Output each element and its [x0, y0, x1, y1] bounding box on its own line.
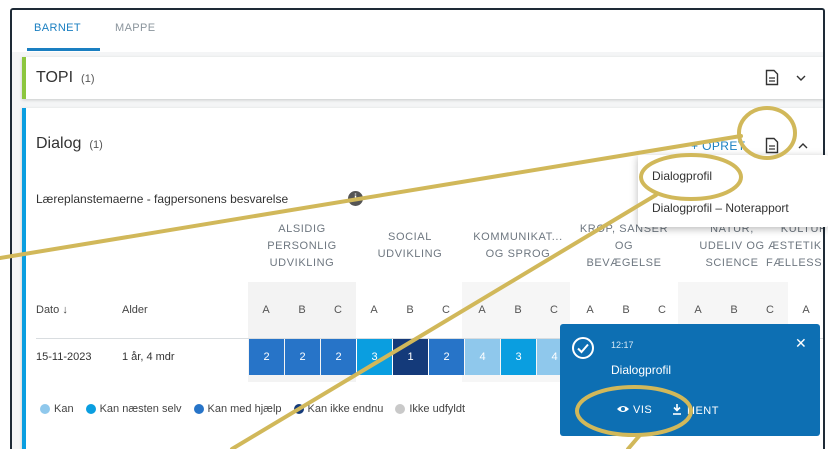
sub-col-a: A — [370, 304, 378, 316]
check-circle-icon — [572, 337, 594, 359]
sub-col-c: C — [334, 304, 342, 316]
toast-time: 12:17 — [611, 340, 634, 350]
chevron-up-icon[interactable] — [798, 142, 808, 150]
score-cell[interactable]: 2 — [249, 339, 284, 375]
legend-item: Kan ikke endnu — [293, 403, 384, 415]
download-label: HENT — [687, 405, 719, 417]
sub-col-a: A — [802, 304, 810, 316]
sub-col-b: B — [406, 304, 414, 316]
tab-mappe[interactable]: MAPPE — [115, 22, 156, 34]
export-menu: Dialogprofil Dialogprofil – Noterapport — [638, 155, 828, 227]
sub-col-c: C — [550, 304, 558, 316]
document-icon[interactable] — [765, 137, 779, 154]
legend-label: Kan med hjælp — [207, 403, 282, 415]
score-cell[interactable]: 3 — [501, 339, 536, 375]
dialog-title-text: Dialog — [36, 135, 82, 152]
sub-col-a: A — [262, 304, 270, 316]
legend-label: Kan — [54, 403, 74, 415]
legend-item: Kan med hjælp — [193, 403, 282, 415]
date-column-header[interactable]: Dato ↓ — [36, 304, 68, 316]
sub-col-a: A — [694, 304, 702, 316]
dialog-subtitle: Læreplanstemaerne - fagpersonens besvare… — [36, 192, 289, 206]
dialog-card-title: Dialog (1) — [36, 135, 103, 153]
topi-card[interactable]: TOPI (1) — [22, 57, 823, 99]
sub-col-b: B — [622, 304, 630, 316]
legend-dot — [293, 404, 304, 414]
sub-col-c: C — [766, 304, 774, 316]
tab-barnet[interactable]: BARNET — [34, 22, 81, 34]
age-column-header: Alder — [122, 304, 148, 316]
legend-dot — [85, 404, 96, 414]
close-icon[interactable]: ✕ — [795, 335, 807, 352]
legend-item: Kan — [40, 403, 74, 415]
info-icon[interactable]: i — [348, 191, 363, 206]
sub-col-a: A — [478, 304, 486, 316]
legend-item: Ikke udfyldt — [395, 403, 465, 415]
toast-title: Dialogprofil — [611, 363, 672, 377]
download-button[interactable]: HENT — [672, 404, 719, 417]
dialog-count: (1) — [89, 139, 103, 151]
date-header-text: Dato — [36, 304, 60, 316]
legend-label: Ikke udfyldt — [409, 403, 465, 415]
group-header-personlig: ALSIDIG PERSONLIG UDVIKLING — [267, 222, 337, 269]
topi-count: (1) — [81, 73, 95, 85]
eye-icon — [617, 406, 629, 412]
score-cell[interactable]: 4 — [465, 339, 500, 375]
legend-item: Kan næsten selv — [85, 403, 182, 415]
download-toast: 12:17 Dialogprofil ✕ VIS HENT — [560, 324, 820, 436]
download-icon — [673, 404, 681, 415]
legend: Kan Kan næsten selv Kan med hjælp Kan ik… — [40, 403, 477, 415]
sub-col-c: C — [658, 304, 666, 316]
sort-arrow-icon: ↓ — [62, 304, 68, 316]
legend-dot — [193, 404, 204, 414]
group-header-social: SOCIAL UDVIKLING — [377, 231, 443, 260]
view-label: VIS — [633, 404, 653, 416]
row-age: 1 år, 4 mdr — [122, 351, 175, 363]
legend-dot — [40, 404, 50, 414]
sub-col-b: B — [298, 304, 306, 316]
legend-label: Kan ikke endnu — [307, 403, 384, 415]
score-cell[interactable]: 1 — [393, 339, 428, 375]
chevron-down-icon[interactable] — [796, 74, 806, 82]
view-button[interactable]: VIS — [616, 404, 652, 416]
document-icon[interactable] — [765, 69, 779, 86]
sub-col-b: B — [514, 304, 522, 316]
sub-col-b: B — [730, 304, 738, 316]
legend-dot — [395, 404, 406, 414]
score-cell[interactable]: 2 — [321, 339, 356, 375]
row-date: 15-11-2023 — [36, 351, 92, 363]
score-cell[interactable]: 3 — [357, 339, 392, 375]
tab-bar: BARNET MAPPE — [12, 10, 823, 52]
score-cell[interactable]: 2 — [429, 339, 464, 375]
legend-label: Kan næsten selv — [99, 403, 182, 415]
group-header-kommunikation: KOMMUNIKAT... OG SPROG — [473, 231, 563, 260]
sub-col-c: C — [442, 304, 450, 316]
sub-col-a: A — [586, 304, 594, 316]
topi-title-text: TOPI — [36, 69, 74, 86]
active-tab-indicator — [27, 48, 100, 51]
menu-item-dialogprofil[interactable]: Dialogprofil — [652, 169, 712, 183]
menu-item-noterapport[interactable]: Dialogprofil – Noterapport — [652, 201, 789, 215]
score-cell[interactable]: 2 — [285, 339, 320, 375]
topi-card-title: TOPI (1) — [36, 69, 95, 87]
create-button[interactable]: + OPRET — [691, 139, 745, 153]
